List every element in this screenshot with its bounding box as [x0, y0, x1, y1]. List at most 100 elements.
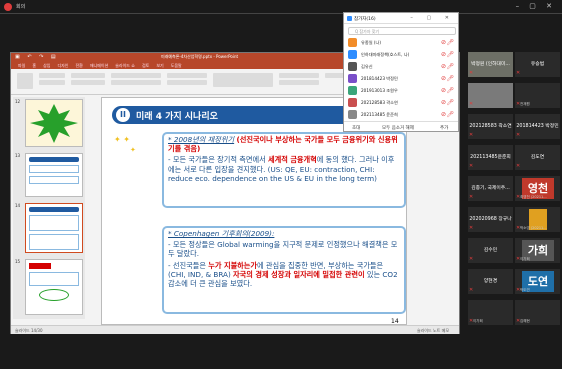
tile-name: 201814423 박정민 [516, 124, 559, 129]
mic-muted-icon[interactable]: 🎤︎ [446, 63, 454, 70]
participant-tile[interactable]: 202113485윤준희 ✕ [468, 145, 513, 170]
mic-muted-icon[interactable]: 🎤︎ [446, 111, 454, 118]
slide-thumbnail-active[interactable] [25, 203, 83, 253]
slide-page-number: 14 [391, 318, 399, 325]
video-off-icon[interactable]: ⊘ [441, 39, 446, 46]
tile-name: 김수민 [483, 248, 498, 253]
tile-name: 박정원 (인하대미... [471, 62, 510, 67]
avatar [348, 98, 357, 107]
participant-tile[interactable]: 도연 ✕ 박도연 [515, 269, 560, 294]
slide-thumbnail[interactable] [25, 259, 83, 315]
participant-tile[interactable]: 김수민 ✕ [468, 238, 513, 263]
slide-thumbnails-pane[interactable]: 12 13 14 15 [13, 97, 85, 319]
mic-muted-icon: ✕ [469, 101, 474, 107]
participant-row[interactable]: 201913013 조원우 ⊘ 🎤︎ [346, 85, 458, 97]
mic-muted-icon[interactable]: 🎤︎ [446, 87, 454, 94]
participant-tile[interactable]: ✕ [468, 83, 513, 108]
box2-line1: - 모든 정상들은 Global warming을 지구적 문제로 인정했으나 … [168, 240, 398, 259]
invite-button[interactable]: 초대 [352, 125, 360, 131]
mic-muted-icon: ✕ [516, 70, 521, 76]
thumb-number: 14 [15, 203, 21, 208]
mic-muted-icon: ✕ [469, 225, 474, 231]
scenario-box-2008: * 2008년의 재정위기 (선진국이나 부상하는 국가들 모두 금융위기와 신… [162, 132, 406, 208]
window-controls[interactable]: – ▢ ✕ [516, 2, 556, 10]
mic-muted-icon: ✕ [516, 163, 521, 169]
participant-tile[interactable]: ✕ 박소영 (20211... [515, 207, 560, 232]
zoom-logo-icon [4, 3, 12, 11]
box2-highlight1: 누가 지불하는가 [208, 260, 258, 270]
participant-tile[interactable]: 김종기, 국제이주... ✕ [468, 176, 513, 201]
participant-tile[interactable]: 201814423 박정민 ✕ [515, 114, 560, 139]
tile-subname: 이가희 [520, 257, 530, 261]
slide-thumbnail[interactable] [25, 99, 83, 147]
ppt-status-bar: 슬라이드 14/30 슬라이드 노트 메모 [11, 325, 459, 334]
panel-window-controls[interactable]: – ▢ ✕ [410, 15, 455, 21]
participant-tile[interactable]: ✕ 김혜현 [515, 300, 560, 325]
participant-tile[interactable]: 유승범 ✕ [515, 52, 560, 77]
mic-muted-icon: ✕ [469, 70, 474, 76]
ppt-document-title: 미래예측론-4차산업혁명.pptx - PowerPoint [161, 54, 239, 59]
participant-row[interactable]: 유종일 (나) ⊘ 🎤︎ [346, 37, 458, 49]
participant-row[interactable]: 202113485 윤준희 ⊘ 🎤︎ [346, 109, 458, 121]
participant-tile[interactable]: 가희 ✕ 이가희 [515, 238, 560, 263]
more-button[interactable]: 추가 [440, 125, 448, 131]
participant-tile[interactable]: 김도연 ✕ [515, 145, 560, 170]
video-off-icon[interactable]: ⊘ [441, 99, 446, 106]
box2-heading: * Copenhagen 기후회의(2009): [168, 229, 275, 238]
slide-title: 미래 4 가지 시나리오 [136, 112, 218, 122]
avatar [348, 86, 357, 95]
thumb-number: 12 [15, 99, 21, 104]
participant-row[interactable]: 201814423 박정민 ⊘ 🎤︎ [346, 73, 458, 85]
video-off-icon[interactable]: ⊘ [441, 63, 446, 70]
mic-muted-icon: ✕ [469, 163, 474, 169]
avatar [348, 110, 357, 119]
svg-text:✦: ✦ [130, 146, 136, 154]
box2-highlight2: 자국의 경제 성장과 일자리에 밀접한 관련이 [233, 269, 365, 279]
tile-name: 양현경 [483, 279, 498, 284]
mic-muted-icon[interactable]: 🎤︎ [446, 75, 454, 82]
participants-header: 참가자(16) – ▢ ✕ [344, 13, 458, 24]
participant-tile[interactable]: 202020968 장규나 ✕ [468, 207, 513, 232]
participant-tile[interactable]: 박정원 (인하대미... ✕ [468, 52, 513, 77]
participant-tile[interactable]: 영천 ✕ 최영천 (20211... [515, 176, 560, 201]
participant-tile[interactable]: 양현경 ✕ [468, 269, 513, 294]
participant-tile[interactable]: 202128583 곽소연 ✕ [468, 114, 513, 139]
participant-name: 인하대미래정책(호스트, 나) [361, 52, 410, 57]
unmute-all-button[interactable]: 모두 음소거 해제 [382, 125, 414, 131]
participant-tile[interactable]: ✕ 전재원 [515, 83, 560, 108]
svg-text:✦ ✦: ✦ ✦ [114, 135, 130, 144]
mic-muted-icon: ✕ [469, 194, 474, 200]
participant-tile[interactable]: ✕ 이가희 [468, 300, 513, 325]
video-off-icon[interactable]: ⊘ [441, 51, 446, 58]
window-title: 회의 [16, 4, 26, 10]
thumb-number: 15 [15, 259, 21, 264]
avatar [348, 50, 357, 59]
tile-name: 202113485윤준희 [470, 155, 511, 160]
tile-name: 김도연 [530, 155, 545, 160]
mic-muted-icon[interactable]: 🎤︎ [446, 99, 454, 106]
participant-row[interactable]: 김유신 ⊘ 🎤︎ [346, 61, 458, 73]
video-off-icon[interactable]: ⊘ [441, 111, 446, 118]
status-view-controls[interactable]: 슬라이드 노트 메모 [417, 328, 449, 334]
participant-row[interactable]: 202128583 곽소연 ⊘ 🎤︎ [346, 97, 458, 109]
slide-thumbnail[interactable] [25, 153, 83, 197]
participants-footer: 초대 모두 음소거 해제 추가 [344, 121, 458, 132]
tile-subname: 전재원 [520, 102, 530, 106]
mic-muted-icon: ✕ [469, 256, 474, 262]
decor-stars-icon: ✦ ✦✦ [114, 135, 136, 154]
thumb-number: 13 [15, 153, 21, 158]
tile-name: 김종기, 국제이주... [471, 186, 510, 191]
mic-muted-icon: ✕ [516, 132, 521, 138]
video-off-icon[interactable]: ⊘ [441, 75, 446, 82]
tile-subname: 박소영 (20211... [520, 226, 547, 230]
participant-row[interactable]: 인하대미래정책(호스트, 나) ⊘ 🎤︎ [346, 49, 458, 61]
participant-search-input[interactable]: Q 참가자 찾기 [348, 27, 456, 35]
mic-muted-icon: ✕ [469, 287, 474, 293]
mic-muted-icon[interactable]: 🎤︎ [446, 51, 454, 58]
quick-access-icons[interactable]: ▣ ↶ ↷ ▤ [15, 54, 59, 60]
avatar [348, 74, 357, 83]
video-off-icon[interactable]: ⊘ [441, 87, 446, 94]
mic-muted-icon[interactable]: 🎤︎ [446, 39, 454, 46]
tile-subname: 최영천 (20211... [520, 195, 547, 199]
zoom-panel-icon [347, 16, 352, 21]
